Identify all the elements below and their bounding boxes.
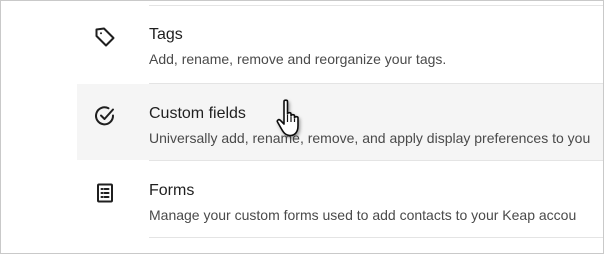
settings-item-tags[interactable]: Tags Add, rename, remove and reorganize … — [77, 5, 603, 81]
divider — [149, 237, 603, 238]
form-icon — [93, 181, 117, 205]
settings-item-title: Forms — [149, 182, 195, 199]
settings-item-title: Tags — [149, 26, 183, 43]
settings-item-description: Add, rename, remove and reorganize your … — [149, 51, 447, 67]
settings-item-title: Custom fields — [149, 105, 246, 122]
tag-icon — [93, 25, 117, 49]
settings-item-custom-fields[interactable]: Custom fields Universally add, rename, r… — [77, 84, 603, 160]
settings-panel: Tags Add, rename, remove and reorganize … — [0, 0, 604, 254]
settings-item-forms[interactable]: Forms Manage your custom forms used to a… — [77, 161, 603, 237]
hand-pointer-cursor-icon — [273, 97, 309, 141]
check-circle-icon — [93, 104, 117, 128]
settings-item-description: Manage your custom forms used to add con… — [149, 207, 577, 223]
settings-item-description: Universally add, rename, remove, and app… — [149, 130, 591, 146]
